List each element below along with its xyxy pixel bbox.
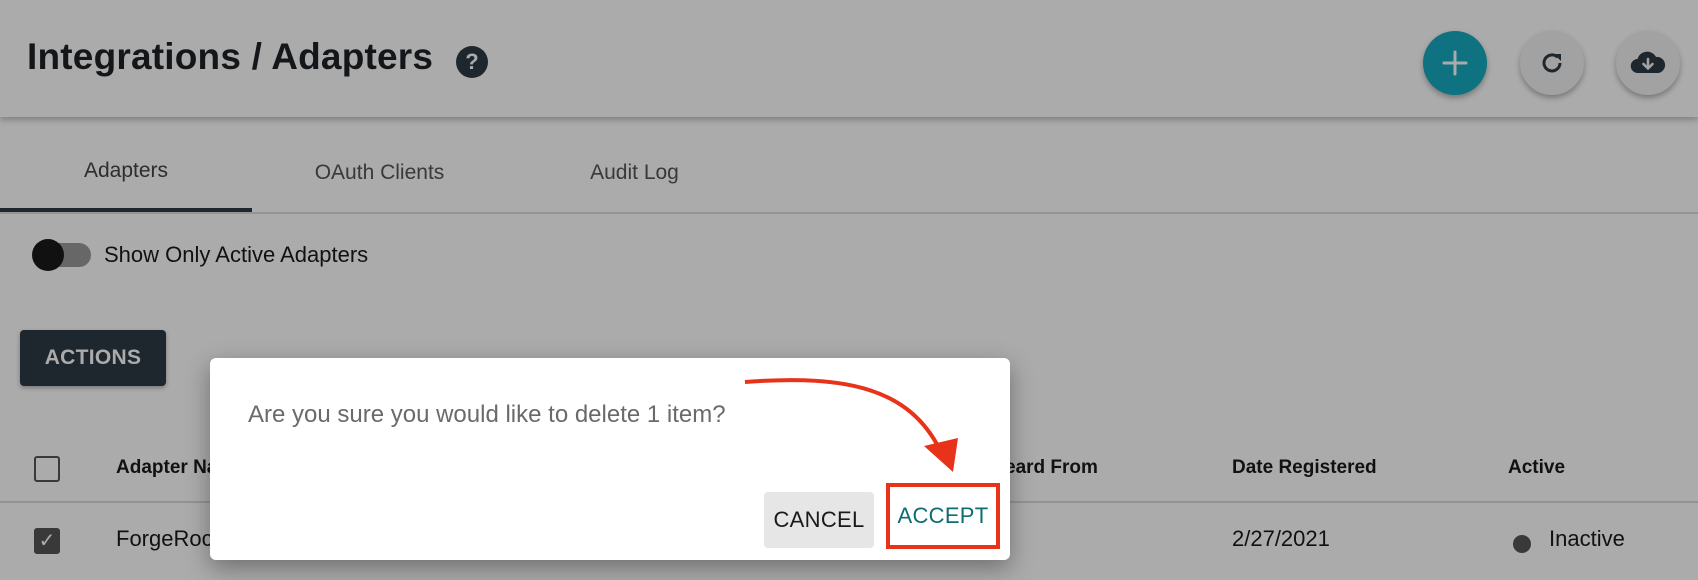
dialog-message: Are you sure you would like to delete 1 … xyxy=(248,401,726,428)
accept-button[interactable]: ACCEPT xyxy=(886,483,1000,549)
cancel-button[interactable]: CANCEL xyxy=(764,492,874,548)
confirm-delete-dialog: Are you sure you would like to delete 1 … xyxy=(210,358,1010,560)
